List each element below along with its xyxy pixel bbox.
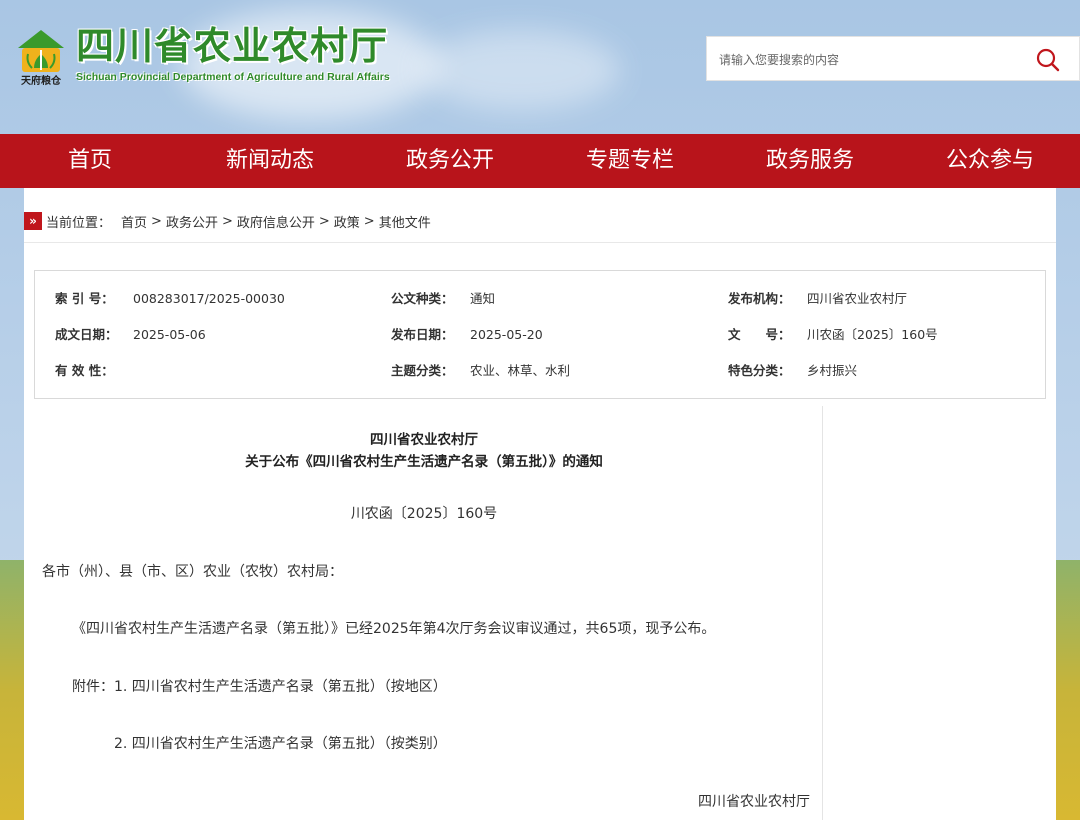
nav-item-services[interactable]: 政务服务: [720, 134, 900, 188]
meta-topic: 主题分类： 农业、林草、水利: [391, 361, 721, 381]
nav-item-public-participation[interactable]: 公众参与: [900, 134, 1080, 188]
article-body: 四川省农业农村厅 关于公布《四川省农村生产生活遗产名录（第五批）》的通知 川农函…: [24, 406, 822, 820]
meta-value: 008283017/2025-00030: [133, 291, 285, 306]
meta-value: 四川省农业农村厅: [807, 291, 908, 306]
breadcrumb-item-policy[interactable]: 政策: [334, 212, 360, 231]
meta-publisher: 发布机构： 四川省农业农村厅: [728, 289, 1038, 309]
divider: [24, 242, 1056, 243]
meta-created-date: 成文日期： 2025-05-06: [55, 325, 385, 345]
meta-label: 发布机构：: [728, 291, 791, 306]
meta-label: 发布日期：: [391, 327, 454, 342]
site-subtitle: Sichuan Provincial Department of Agricul…: [76, 71, 390, 83]
meta-value: 农业、林草、水利: [470, 363, 571, 378]
search-input[interactable]: [719, 49, 1019, 71]
meta-label: 成文日期：: [55, 327, 118, 342]
article-title-issuer: 四川省农业农村厅: [370, 432, 478, 448]
article-doc-number: 川农函〔2025〕160号: [350, 506, 498, 522]
search-button[interactable]: [1035, 47, 1061, 73]
meta-index: 索 引 号： 008283017/2025-00030: [55, 289, 385, 309]
document-metadata: 索 引 号： 008283017/2025-00030 公文种类： 通知 发布机…: [34, 270, 1046, 399]
main-nav: 首页 新闻动态 政务公开 专题专栏 政务服务 公众参与: [0, 134, 1080, 188]
cloud-decoration: [420, 30, 620, 110]
meta-label: 文 号：: [728, 327, 791, 342]
nav-item-government-affairs[interactable]: 政务公开: [360, 134, 540, 188]
meta-value: 2025-05-06: [133, 327, 206, 342]
breadcrumb-separator: >: [221, 213, 233, 229]
wheat-grain-logo-icon[interactable]: 天府粮仓: [12, 24, 70, 90]
meta-value: 通知: [470, 291, 496, 306]
breadcrumb-item-other-files[interactable]: 其他文件: [379, 212, 431, 231]
attachment-link-2[interactable]: 2. 四川省农村生产生活遗产名录（第五批）（按类别）: [114, 733, 447, 753]
breadcrumb: » 当前位置： 首页 > 政务公开 > 政府信息公开 > 政策 > 其他文件: [24, 210, 1056, 232]
meta-validity: 有 效 性：: [55, 361, 385, 381]
meta-value: 乡村振兴: [807, 363, 858, 378]
site-header: 天府粮仓 四川省农业农村厅 Sichuan Provincial Departm…: [0, 0, 1080, 134]
breadcrumb-item-info-disclosure[interactable]: 政府信息公开: [237, 212, 315, 231]
breadcrumb-prefix: 当前位置：: [46, 215, 112, 231]
breadcrumb-separator: >: [318, 213, 330, 229]
breadcrumb-separator: >: [151, 213, 162, 229]
breadcrumb-item-government-affairs[interactable]: 政务公开: [166, 212, 218, 231]
meta-label: 有 效 性：: [55, 363, 114, 378]
meta-label: 公文种类：: [391, 291, 454, 306]
meta-label: 主题分类：: [391, 363, 454, 378]
article-paragraph: 《四川省农村生产生活遗产名录（第五批）》已经2025年第4次厅务会议审议通过，共…: [72, 621, 716, 637]
attachment-link-1[interactable]: 附件：1. 四川省农村生产生活遗产名录（第五批）（按地区）: [72, 676, 447, 696]
meta-doctype: 公文种类： 通知: [391, 289, 721, 309]
sidebar-divider: [822, 406, 823, 820]
nav-item-home[interactable]: 首页: [0, 134, 180, 188]
meta-label: 特色分类：: [728, 363, 791, 378]
logo-caption: 天府粮仓: [21, 76, 61, 87]
meta-label: 索 引 号：: [55, 291, 114, 306]
nav-item-special-topics[interactable]: 专题专栏: [540, 134, 720, 188]
meta-value: 2025-05-20: [470, 327, 543, 342]
meta-doc-number: 文 号： 川农函〔2025〕160号: [728, 325, 1038, 345]
search-box: [706, 36, 1080, 81]
meta-published-date: 发布日期： 2025-05-20: [391, 325, 721, 345]
meta-feature: 特色分类： 乡村振兴: [728, 361, 1038, 381]
breadcrumb-item-home[interactable]: 首页: [121, 212, 147, 231]
search-icon: [1036, 48, 1060, 72]
site-title[interactable]: 四川省农业农村厅: [76, 24, 388, 68]
article-title: 关于公布《四川省农村生产生活遗产名录（第五批）》的通知: [245, 454, 603, 470]
double-chevron-right-icon: »: [24, 212, 42, 230]
nav-item-news[interactable]: 新闻动态: [180, 134, 360, 188]
article-signature: 四川省农业农村厅: [698, 794, 810, 810]
meta-value: 川农函〔2025〕160号: [807, 327, 938, 342]
breadcrumb-separator: >: [363, 213, 375, 229]
article-salutation: 各市（州）、县（市、区）农业（农牧）农村局：: [42, 564, 343, 580]
content-panel: » 当前位置： 首页 > 政务公开 > 政府信息公开 > 政策 > 其他文件 索…: [24, 188, 1056, 820]
